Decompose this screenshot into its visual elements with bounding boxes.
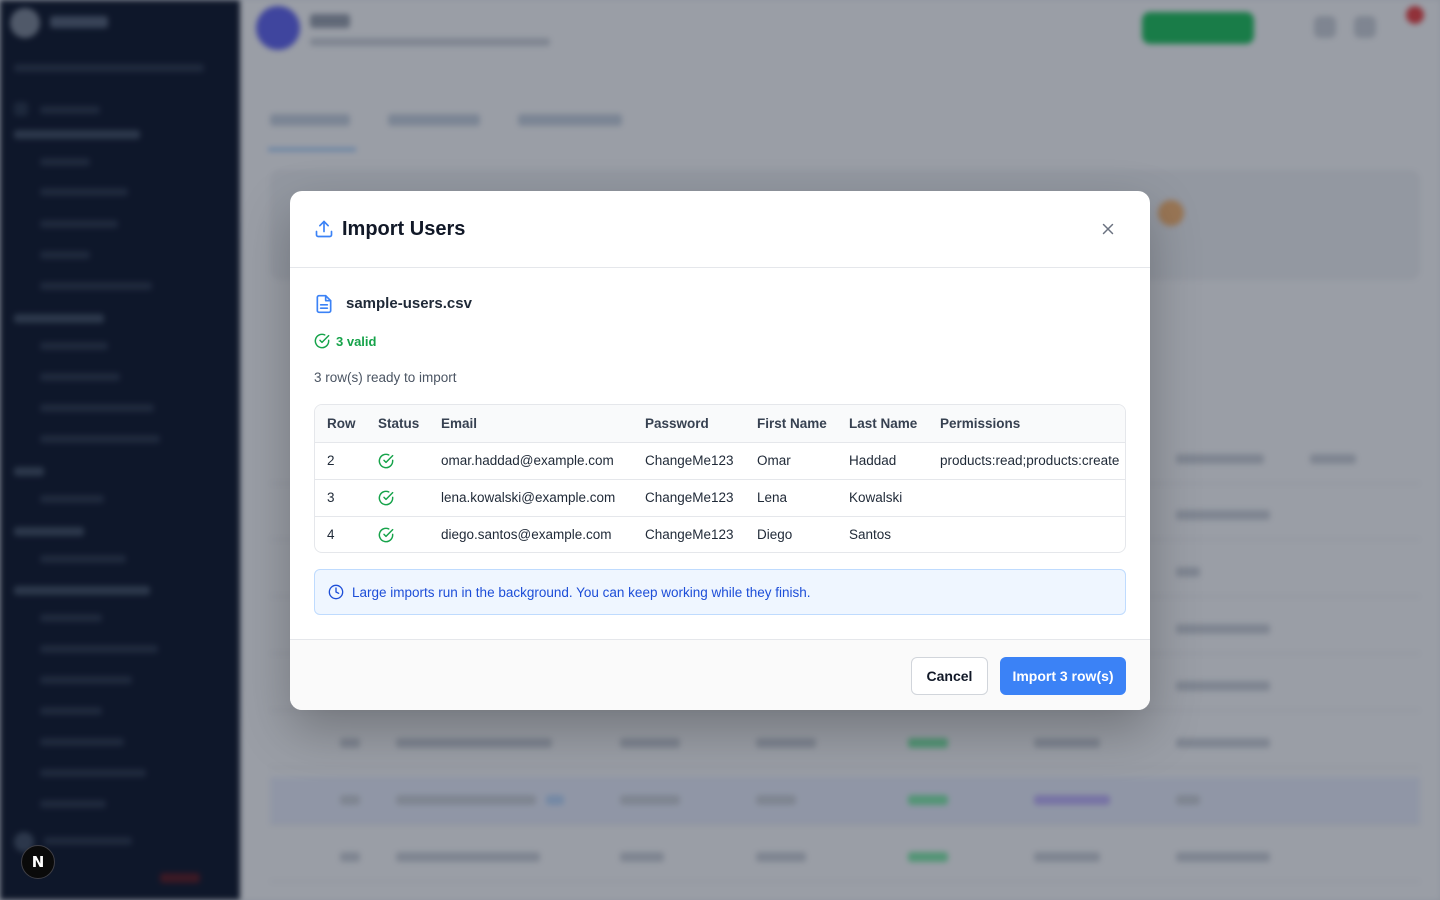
clock-icon bbox=[328, 584, 344, 600]
cell-permissions bbox=[928, 516, 1125, 552]
column-header-permissions: Permissions bbox=[928, 405, 1125, 443]
cell-email: diego.santos@example.com bbox=[441, 527, 612, 543]
close-icon bbox=[1102, 223, 1114, 235]
table-row: 3 lena.kowalski@example.com ChangeMe123 … bbox=[315, 479, 1125, 517]
column-header-last-name: Last Name bbox=[837, 405, 928, 443]
modal-footer: Cancel Import 3 row(s) bbox=[290, 639, 1150, 710]
column-header-status: Status bbox=[366, 405, 429, 443]
column-header-row: Row bbox=[315, 405, 366, 443]
cell-first-name: Diego bbox=[757, 527, 793, 543]
table-row: 2 omar.haddad@example.com ChangeMe123 Om… bbox=[315, 442, 1125, 480]
cell-password: ChangeMe123 bbox=[633, 479, 745, 517]
column-header-password: Password bbox=[633, 405, 745, 443]
preview-table-container[interactable]: Row Status Email Password First Name Las… bbox=[314, 404, 1126, 553]
valid-status-icon bbox=[378, 490, 394, 506]
cell-row: 2 bbox=[315, 442, 366, 480]
cell-status bbox=[366, 516, 429, 552]
file-text-icon bbox=[316, 294, 332, 314]
column-header-email: Email bbox=[429, 405, 633, 443]
background-import-notice: Large imports run in the background. You… bbox=[314, 569, 1126, 615]
import-button[interactable]: Import 3 row(s) bbox=[1000, 657, 1126, 695]
cell-status bbox=[366, 442, 429, 480]
nextjs-badge-label: N bbox=[31, 853, 45, 871]
ready-summary: 3 row(s) ready to import bbox=[314, 370, 457, 385]
cell-password: ChangeMe123 bbox=[645, 527, 734, 543]
cell-row: 4 bbox=[327, 527, 335, 543]
cell-last-name: Kowalski bbox=[837, 479, 928, 517]
preview-table: Row Status Email Password First Name Las… bbox=[315, 405, 1125, 552]
close-button[interactable] bbox=[1096, 217, 1120, 241]
upload-icon bbox=[315, 220, 333, 238]
cell-last-name: Haddad bbox=[837, 442, 928, 480]
import-users-dialog: Import Users sample-users.csv 3 valid 3 … bbox=[290, 191, 1150, 710]
column-header-first-name: First Name bbox=[745, 405, 837, 443]
table-header-row: Row Status Email Password First Name Las… bbox=[315, 405, 1125, 443]
valid-status-icon bbox=[378, 527, 394, 543]
cancel-button[interactable]: Cancel bbox=[911, 657, 988, 695]
cell-row: 3 bbox=[315, 479, 366, 517]
cell-permissions: products:read;products:create bbox=[928, 442, 1125, 480]
cell-first-name: Omar bbox=[745, 442, 837, 480]
cell-email: omar.haddad@example.com bbox=[429, 442, 633, 480]
cell-last-name: Santos bbox=[849, 527, 892, 543]
cell-email: lena.kowalski@example.com bbox=[429, 479, 633, 517]
modal-title: Import Users bbox=[342, 218, 466, 240]
check-circle-icon bbox=[314, 333, 330, 349]
cell-password: ChangeMe123 bbox=[633, 442, 745, 480]
notice-text: Large imports run in the background. You… bbox=[352, 585, 811, 600]
table-row: 4 diego.santos@example.com ChangeMe123 D… bbox=[315, 516, 1125, 552]
cell-status bbox=[366, 479, 429, 517]
cell-permissions bbox=[928, 479, 1125, 517]
modal-header: Import Users bbox=[290, 191, 1150, 268]
valid-status-icon bbox=[378, 453, 394, 469]
valid-count: 3 valid bbox=[336, 334, 377, 349]
file-name: sample-users.csv bbox=[346, 295, 472, 312]
nextjs-dev-badge[interactable]: N bbox=[21, 845, 55, 879]
cell-first-name: Lena bbox=[745, 479, 837, 517]
